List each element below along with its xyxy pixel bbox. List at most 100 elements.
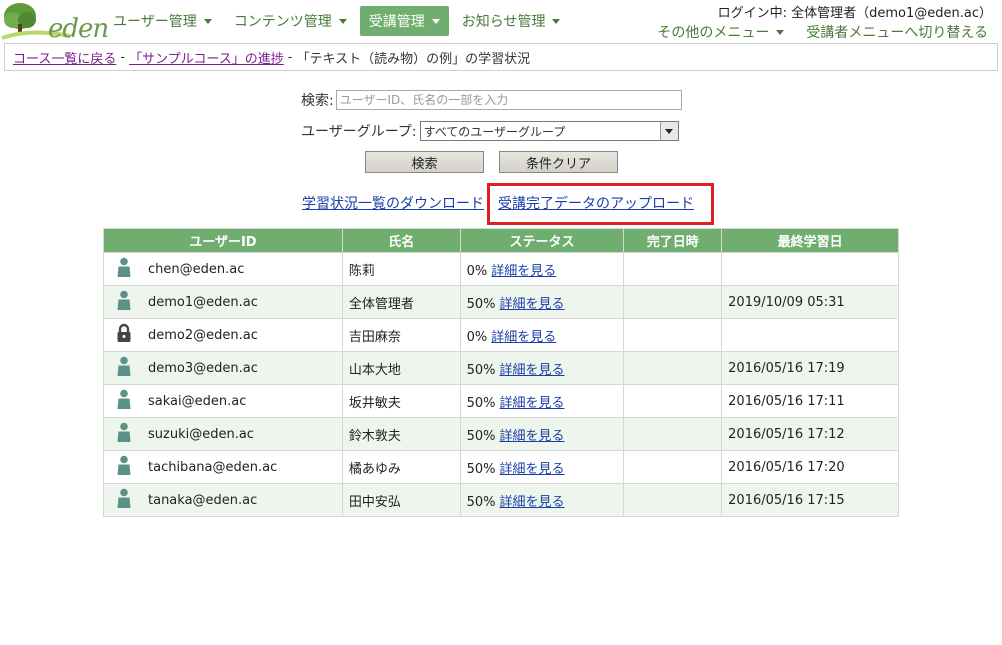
cell-user-id: chen@eden.ac (103, 252, 343, 286)
person-icon (110, 290, 148, 314)
nav-user-management[interactable]: ユーザー管理 (104, 6, 221, 36)
view-details-link[interactable]: 詳細を見る (491, 264, 556, 279)
view-details-link[interactable]: 詳細を見る (500, 429, 565, 444)
app-header: eden ユーザー管理 コンテンツ管理 受講管理 お知らせ管理 ログイン中: 全… (0, 0, 1002, 44)
user-id-text: demo2@eden.ac (148, 327, 258, 343)
back-to-course-list-link[interactable]: コース一覧に戻る (13, 48, 116, 67)
header-completed[interactable]: 完了日時 (623, 228, 723, 253)
cell-name: 田中安弘 (341, 483, 461, 517)
header-status[interactable]: ステータス (459, 228, 625, 253)
table-row: suzuki@eden.ac 鈴木敦夫 50% 詳細を見る 2016/05/16 17:… (103, 417, 899, 451)
course-progress-link[interactable]: 「サンプルコース」の進捗 (129, 48, 284, 67)
other-menu-label: その他のメニュー (657, 25, 770, 41)
status-percent: 50% (466, 296, 496, 312)
cell-completed (623, 450, 723, 484)
breadcrumb-current: 「テキスト（読み物）の例」の学習状況 (296, 51, 531, 67)
cell-user-id: demo2@eden.ac (103, 318, 343, 352)
cell-last-study: 2016/05/16 17:15 (721, 483, 899, 517)
nav-label: ユーザー管理 (113, 14, 197, 30)
table-row: tanaka@eden.ac 田中安弘 50% 詳細を見る 2016/05/16 17:… (103, 483, 899, 517)
view-details-link[interactable]: 詳細を見る (500, 462, 565, 477)
cell-last-study (721, 318, 899, 352)
download-status-list-link[interactable]: 学習状況一覧のダウンロード (302, 193, 484, 213)
person-icon (110, 488, 148, 512)
view-details-link[interactable]: 詳細を見る (500, 396, 565, 411)
cell-name: 吉田麻奈 (341, 318, 461, 352)
cell-name: 陈莉 (341, 252, 461, 286)
cell-last-study (721, 252, 899, 286)
cell-last-study: 2016/05/16 17:12 (721, 417, 899, 451)
clear-conditions-button[interactable]: 条件クリア (499, 151, 618, 173)
view-details-link[interactable]: 詳細を見る (500, 495, 565, 510)
user-id-text: tachibana@eden.ac (148, 459, 278, 475)
status-percent: 50% (466, 428, 496, 444)
user-id-wrapper: demo2@eden.ac (110, 323, 336, 347)
switch-menu-label: 受講者メニューへ切り替える (806, 25, 988, 41)
table-body: chen@eden.ac 陈莉 0% 詳細を見る demo1@eden.ac 全体管理者 5… (103, 252, 899, 517)
header-user-id[interactable]: ユーザーID (103, 228, 343, 253)
cell-completed (623, 252, 723, 286)
cell-completed (623, 384, 723, 418)
learning-status-table: ユーザーID 氏名 ステータス 完了日時 最終学習日 chen@eden.ac 陈… (103, 228, 899, 517)
nav-enrollment-management[interactable]: 受講管理 (359, 6, 449, 36)
view-details-link[interactable]: 詳細を見る (500, 363, 565, 378)
search-button[interactable]: 検索 (365, 151, 484, 173)
view-details-link[interactable]: 詳細を見る (500, 297, 565, 312)
nav-content-management[interactable]: コンテンツ管理 (225, 6, 356, 36)
cell-status: 50% 詳細を見る (459, 351, 625, 385)
person-icon (110, 356, 148, 380)
user-id-wrapper: demo3@eden.ac (110, 356, 336, 380)
status-percent: 50% (466, 461, 496, 477)
caret-down-icon (776, 29, 785, 35)
cell-completed (623, 483, 723, 517)
other-menu-dropdown[interactable]: その他のメニュー (657, 22, 785, 42)
cell-user-id: suzuki@eden.ac (103, 417, 343, 451)
breadcrumb-separator: - (287, 49, 293, 65)
caret-down-icon (203, 18, 212, 24)
user-group-select[interactable]: すべてのユーザーグループ (419, 121, 679, 141)
caret-down-icon (338, 18, 347, 24)
switch-to-learner-menu-link[interactable]: 受講者メニューへ切り替える (806, 22, 988, 42)
table-row: sakai@eden.ac 坂井敏夫 50% 詳細を見る 2016/05/16 17:1… (103, 384, 899, 418)
table-header-row: ユーザーID 氏名 ステータス 完了日時 最終学習日 (103, 228, 899, 253)
table-row: chen@eden.ac 陈莉 0% 詳細を見る (103, 252, 899, 286)
person-icon (110, 422, 148, 446)
cell-user-id: sakai@eden.ac (103, 384, 343, 418)
cell-status: 50% 詳細を見る (459, 285, 625, 319)
sub-menu: その他のメニュー 受講者メニューへ切り替える (635, 22, 988, 42)
cell-user-id: tanaka@eden.ac (103, 483, 343, 517)
user-id-text: demo1@eden.ac (148, 294, 258, 310)
user-id-text: chen@eden.ac (148, 261, 245, 277)
person-icon (110, 389, 148, 413)
header-name[interactable]: 氏名 (341, 228, 461, 253)
user-id-wrapper: tachibana@eden.ac (110, 455, 336, 479)
group-selected-value: すべてのユーザーグループ (423, 124, 566, 139)
caret-down-icon (431, 18, 440, 24)
status-percent: 50% (466, 395, 496, 411)
group-row: ユーザーグループ: すべてのユーザーグループ (301, 121, 679, 141)
cell-name: 全体管理者 (341, 285, 461, 319)
user-id-wrapper: tanaka@eden.ac (110, 488, 336, 512)
cell-status: 50% 詳細を見る (459, 483, 625, 517)
dropdown-arrow-icon[interactable] (659, 122, 678, 140)
person-icon (110, 455, 148, 479)
cell-user-id: tachibana@eden.ac (103, 450, 343, 484)
header-last-study[interactable]: 最終学習日 (721, 228, 899, 253)
user-id-text: sakai@eden.ac (148, 393, 247, 409)
eden-logo[interactable]: eden (0, 0, 109, 44)
cell-completed (623, 318, 723, 352)
breadcrumb: コース一覧に戻る - 「サンプルコース」の進捗 - 「テキスト（読み物）の例」の… (4, 43, 998, 71)
user-id-wrapper: suzuki@eden.ac (110, 422, 336, 446)
caret-down-icon (552, 18, 561, 24)
search-input[interactable] (335, 90, 682, 110)
group-label: ユーザーグループ: (301, 124, 417, 140)
table-row: demo1@eden.ac 全体管理者 50% 詳細を見る 2019/10/09 05:… (103, 285, 899, 319)
nav-notice-management[interactable]: お知らせ管理 (453, 6, 570, 36)
status-percent: 0% (466, 263, 488, 279)
cell-completed (623, 285, 723, 319)
cell-name: 橘あゆみ (341, 450, 461, 484)
nav-label: お知らせ管理 (461, 14, 546, 30)
cell-status: 50% 詳細を見る (459, 384, 625, 418)
cell-name: 山本大地 (341, 351, 461, 385)
view-details-link[interactable]: 詳細を見る (491, 330, 556, 345)
